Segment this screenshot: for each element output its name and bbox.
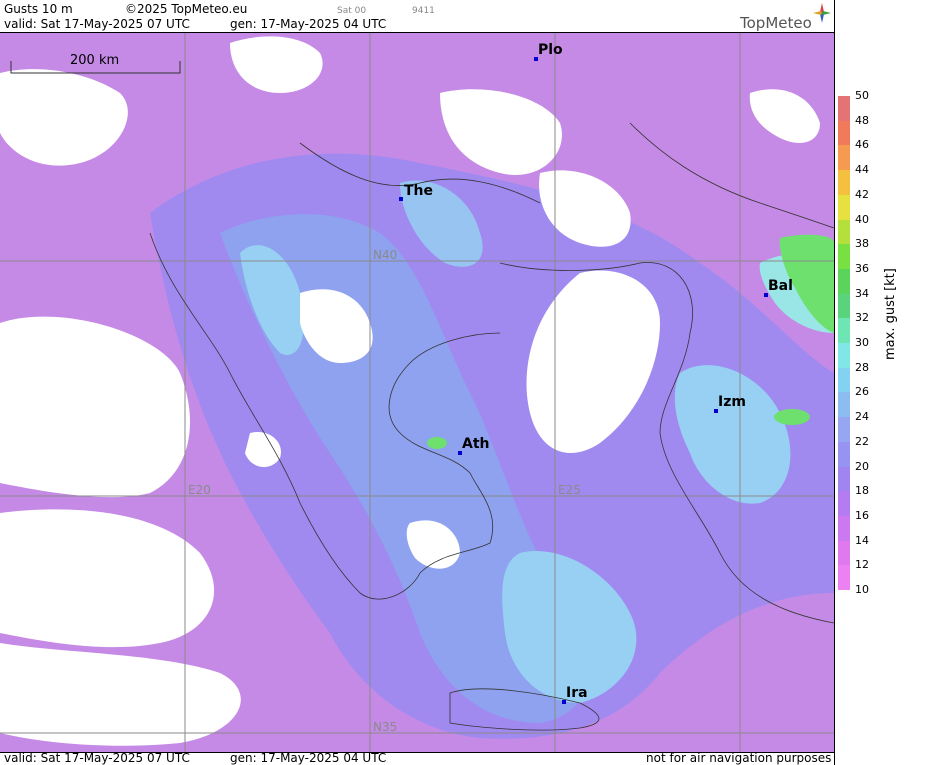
city-label-bal: Bal <box>768 278 793 294</box>
legend-swatch <box>838 145 850 171</box>
legend-tick-label: 48 <box>855 113 869 127</box>
footer-valid-time: valid: Sat 17-May-2025 07 UTC <box>4 751 190 765</box>
footer: valid: Sat 17-May-2025 07 UTC gen: 17-Ma… <box>0 751 834 765</box>
city-label-plo: Plo <box>538 42 563 58</box>
legend-swatch <box>838 96 850 122</box>
grid-label-e25: E25 <box>558 483 581 497</box>
city-label-ira: Ira <box>566 685 588 701</box>
legend-swatch <box>838 392 850 418</box>
legend-swatch <box>838 466 850 492</box>
gust-map[interactable]: 200 km N40 N35 E20 E25 Plo The Bal Izm A… <box>0 32 834 753</box>
legend-swatch <box>838 219 850 245</box>
copyright: ©2025 TopMeteo.eu <box>125 2 248 16</box>
legend-tick-label: 28 <box>855 360 869 374</box>
legend-swatch <box>838 170 850 196</box>
legend-unit-label: max. gust [kt] <box>883 268 898 360</box>
legend-tick-label: 38 <box>855 237 869 251</box>
grid-label-n40: N40 <box>373 248 398 262</box>
legend-swatch <box>838 540 850 566</box>
city-label-the: The <box>404 183 434 199</box>
legend-tick-label: 16 <box>855 508 869 522</box>
legend-swatch <box>838 441 850 467</box>
model-run: Sat 00 <box>337 6 367 16</box>
legend-tick-label: 46 <box>855 138 869 152</box>
legend-swatch <box>838 565 850 591</box>
chart-code: 9411 <box>412 6 435 16</box>
legend-tick-label: 36 <box>855 261 869 275</box>
legend-tick-label: 44 <box>855 163 869 177</box>
footer-generated-time: gen: 17-May-2025 04 UTC <box>230 751 387 765</box>
legend-tick-label: 24 <box>855 410 869 424</box>
city-dot-the <box>399 197 403 201</box>
legend-swatch <box>838 293 850 319</box>
legend-swatch <box>838 491 850 517</box>
legend-tick-label: 26 <box>855 385 869 399</box>
legend-swatch <box>838 194 850 220</box>
legend-swatch <box>838 120 850 146</box>
city-label-ath: Ath <box>462 436 490 452</box>
legend-tick-label: 12 <box>855 558 869 572</box>
legend-swatch <box>838 318 850 344</box>
legend-swatch <box>838 417 850 443</box>
compass-logo-icon <box>813 3 831 23</box>
footer-disclaimer: not for air navigation purposes <box>646 751 832 765</box>
brand-logo-text: TopMeteo <box>740 14 812 32</box>
legend-tick-label: 22 <box>855 434 869 448</box>
legend-swatch <box>838 515 850 542</box>
legend-tick-label: 14 <box>855 533 869 547</box>
legend-swatch <box>838 268 850 295</box>
scale-bar-label: 200 km <box>70 53 120 68</box>
legend-tick-label: 20 <box>855 459 869 473</box>
product-title: Gusts 10 m <box>4 2 73 16</box>
legend-tick-label: 34 <box>855 286 869 300</box>
legend-swatch <box>838 367 850 393</box>
legend-tick-label: 42 <box>855 187 869 201</box>
legend-tick-label: 18 <box>855 484 869 498</box>
legend-tick-label: 32 <box>855 311 869 325</box>
legend-tick-label: 40 <box>855 212 869 226</box>
legend-swatch <box>838 343 850 369</box>
generated-time: gen: 17-May-2025 04 UTC <box>230 17 387 31</box>
graticule <box>0 33 834 752</box>
valid-time: valid: Sat 17-May-2025 07 UTC <box>4 17 190 31</box>
legend-swatch <box>838 244 850 270</box>
legend-tick-label: 10 <box>855 583 869 596</box>
color-legend: 50 48 46 44 42 40 38 36 34 32 30 28 26 24 22 20 18 16 14 12… <box>834 0 925 765</box>
grid-label-e20: E20 <box>188 483 211 497</box>
city-label-izm: Izm <box>718 394 746 410</box>
legend-tick-label: 50 <box>855 89 869 102</box>
grid-label-n35: N35 <box>373 720 398 734</box>
legend-color-bar <box>838 96 850 591</box>
legend-tick-label: 30 <box>855 336 869 349</box>
